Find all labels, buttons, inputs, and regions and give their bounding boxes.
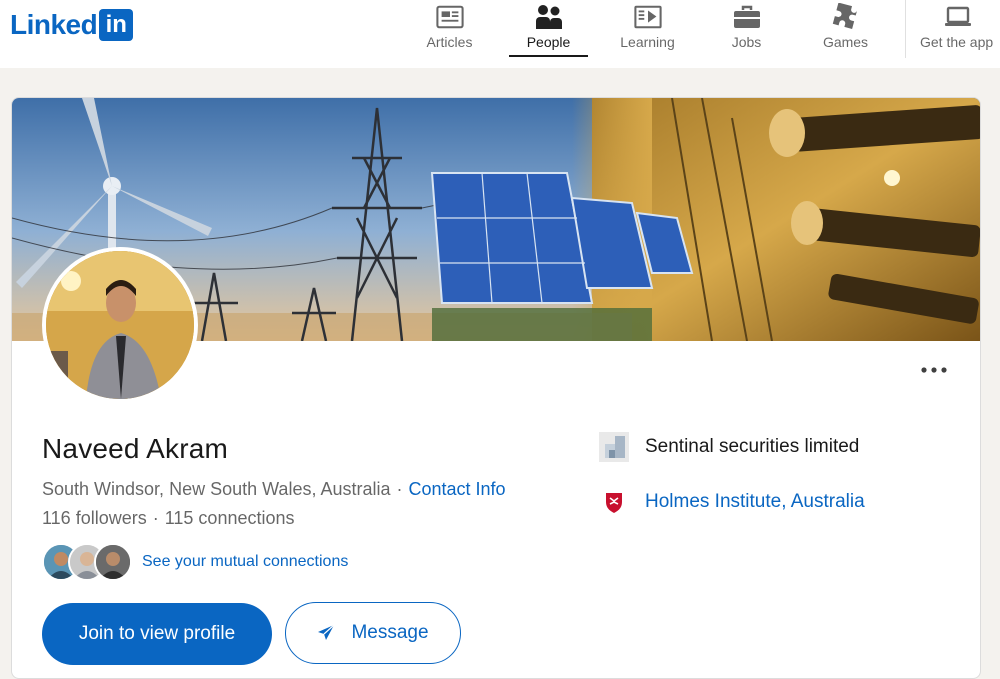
laptop-icon — [944, 3, 972, 31]
network-stats: 116 followers · 115 connections — [42, 508, 295, 529]
profile-location: South Windsor, New South Wales, Australi… — [42, 479, 391, 499]
nav-games-label: Games — [822, 34, 869, 50]
nav-learning-label: Learning — [620, 34, 675, 50]
linkedin-logo[interactable]: Linked in — [10, 8, 134, 42]
articles-icon — [435, 3, 464, 31]
nav-divider — [905, 0, 906, 58]
profile-avatar[interactable] — [42, 247, 198, 403]
company-logo-icon — [599, 432, 629, 462]
people-icon — [535, 3, 563, 31]
nav-articles[interactable]: Articles — [400, 0, 499, 58]
nav-people-label: People — [526, 34, 571, 50]
message-button-label: Message — [351, 622, 429, 643]
followers-count: 116 followers — [42, 508, 147, 528]
nav-get-app-label: Get the app — [920, 34, 994, 50]
nav-games[interactable]: Games — [796, 0, 895, 58]
nav-get-app[interactable]: Get the app — [895, 0, 994, 58]
games-icon — [832, 3, 860, 31]
separator-dot: · — [152, 508, 159, 528]
location-line: South Windsor, New South Wales, Australi… — [42, 479, 506, 500]
learning-icon — [633, 3, 662, 31]
connections-count: 115 connections — [164, 508, 295, 528]
message-button[interactable]: Message — [285, 602, 461, 664]
education-school[interactable]: Holmes Institute, Australia — [599, 487, 865, 517]
current-company[interactable]: Sentinal securities limited — [599, 432, 859, 462]
profile-name: Naveed Akram — [42, 433, 229, 464]
nav-people[interactable]: People — [499, 0, 598, 58]
send-icon — [318, 624, 335, 640]
join-to-view-profile-button[interactable]: Join to view profile — [42, 603, 272, 665]
mutual-connections[interactable]: See your mutual connections — [42, 543, 348, 581]
nav-learning[interactable]: Learning — [598, 0, 697, 58]
mutual-avatar — [94, 543, 132, 581]
nav-articles-label: Articles — [426, 34, 473, 50]
ellipsis-icon — [921, 367, 947, 373]
contact-info-link[interactable]: Contact Info — [409, 479, 506, 499]
nav-jobs[interactable]: Jobs — [697, 0, 796, 58]
logo-wordmark: Linked — [10, 9, 98, 40]
see-mutual-connections-link[interactable]: See your mutual connections — [142, 553, 348, 571]
separator-dot: · — [396, 479, 403, 499]
jobs-icon — [733, 3, 761, 31]
company-name: Sentinal securities limited — [645, 436, 860, 457]
top-nav-bar: Linked in Articles People Learning Jobs … — [0, 0, 1000, 68]
profile-card: Naveed Akram South Windsor, New South Wa… — [11, 97, 981, 679]
school-crest-icon — [599, 487, 629, 517]
more-options-button[interactable] — [916, 358, 952, 382]
logo-in-box: in — [99, 9, 134, 41]
nav-jobs-label: Jobs — [731, 34, 762, 50]
school-name: Holmes Institute, Australia — [645, 491, 865, 512]
